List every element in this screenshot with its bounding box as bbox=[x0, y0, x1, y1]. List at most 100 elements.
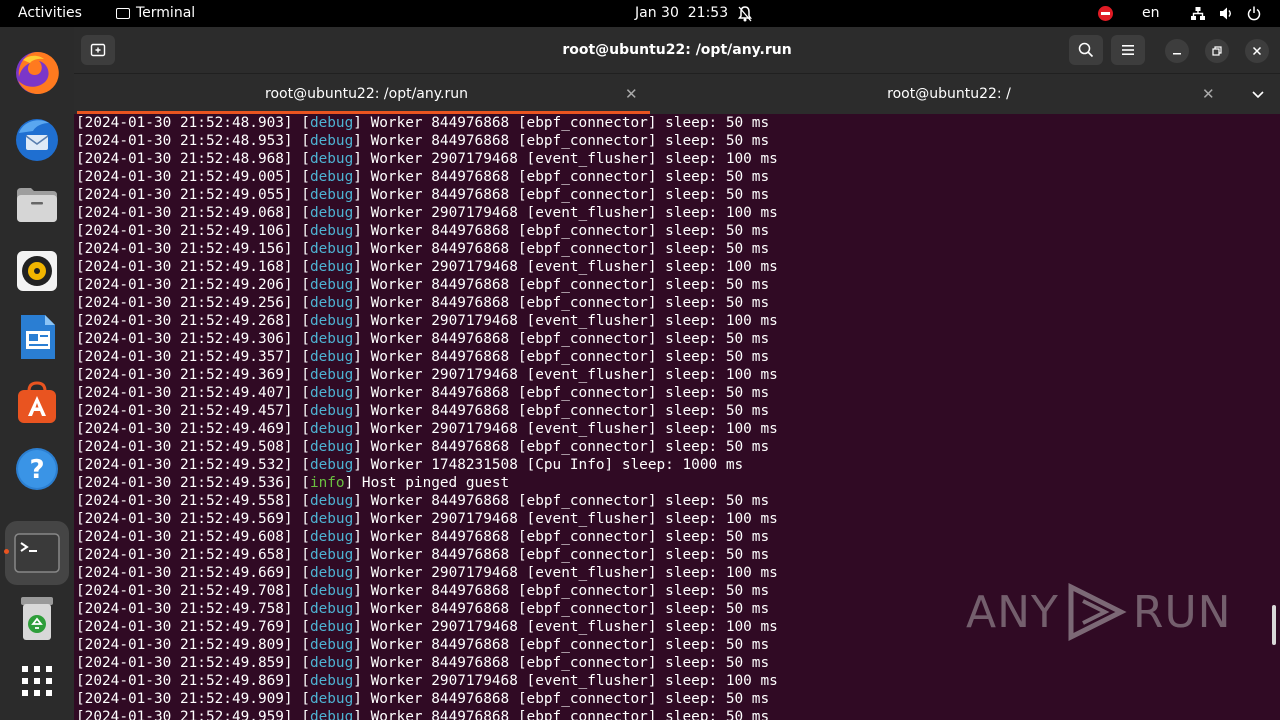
log-message: Worker 844976868 [ebpf_connector] sleep:… bbox=[370, 169, 770, 185]
search-button[interactable] bbox=[1069, 35, 1103, 65]
log-message: Worker 844976868 [ebpf_connector] sleep:… bbox=[370, 601, 770, 617]
show-apps-icon[interactable] bbox=[11, 655, 63, 707]
log-message: Worker 844976868 [ebpf_connector] sleep:… bbox=[370, 547, 770, 563]
log-message: Worker 844976868 [ebpf_connector] sleep:… bbox=[370, 331, 770, 347]
log-message: Worker 844976868 [ebpf_connector] sleep:… bbox=[370, 385, 770, 401]
log-level: debug bbox=[309, 583, 354, 599]
tab-label: root@ubuntu22: /opt/any.run bbox=[265, 86, 468, 102]
log-message: Worker 844976868 [ebpf_connector] sleep:… bbox=[370, 187, 770, 203]
log-level: debug bbox=[309, 349, 354, 365]
maximize-button[interactable] bbox=[1205, 39, 1229, 63]
log-timestamp: [2024-01-30 21:52:49.357] bbox=[76, 349, 293, 365]
log-line: [2024-01-30 21:52:49.959] [debug] Worker… bbox=[76, 708, 778, 720]
log-level: debug bbox=[309, 133, 354, 149]
log-level: debug bbox=[309, 565, 354, 581]
log-line: [2024-01-30 21:52:49.457] [debug] Worker… bbox=[76, 403, 770, 419]
log-line: [2024-01-30 21:52:49.106] [debug] Worker… bbox=[76, 223, 770, 239]
clock-time: 21:53 bbox=[687, 5, 729, 21]
log-level: debug bbox=[309, 691, 354, 707]
log-message: Worker 844976868 [ebpf_connector] sleep:… bbox=[370, 439, 770, 455]
log-message: Worker 844976868 [ebpf_connector] sleep:… bbox=[370, 655, 770, 671]
app-center-icon[interactable] bbox=[11, 377, 63, 429]
log-timestamp: [2024-01-30 21:52:49.669] bbox=[76, 565, 293, 581]
log-message: Worker 844976868 [ebpf_connector] sleep:… bbox=[370, 295, 770, 311]
log-message: Host pinged guest bbox=[361, 475, 510, 491]
log-timestamp: [2024-01-30 21:52:49.156] bbox=[76, 241, 293, 257]
app-menu[interactable]: Terminal bbox=[116, 0, 195, 27]
search-icon bbox=[1078, 42, 1094, 58]
log-message: Worker 844976868 [ebpf_connector] sleep:… bbox=[370, 709, 770, 720]
running-indicator bbox=[4, 549, 9, 554]
rhythmbox-icon[interactable] bbox=[11, 245, 63, 297]
log-level: debug bbox=[309, 421, 354, 437]
log-level: debug bbox=[309, 709, 354, 720]
terminal-icon bbox=[116, 8, 130, 19]
menu-button[interactable] bbox=[1111, 35, 1145, 65]
log-line: [2024-01-30 21:52:49.206] [debug] Worker… bbox=[76, 277, 770, 293]
log-timestamp: [2024-01-30 21:52:49.508] bbox=[76, 439, 293, 455]
log-message: Worker 844976868 [ebpf_connector] sleep:… bbox=[370, 223, 770, 239]
activities-button[interactable]: Activities bbox=[18, 0, 82, 27]
bell-icon[interactable] bbox=[737, 0, 753, 27]
close-tab-icon[interactable]: ✕ bbox=[1202, 74, 1215, 114]
log-timestamp: [2024-01-30 21:52:49.369] bbox=[76, 367, 293, 383]
log-line: [2024-01-30 21:52:49.569] [debug] Worker… bbox=[76, 511, 778, 527]
log-line: [2024-01-30 21:52:49.168] [debug] Worker… bbox=[76, 259, 778, 275]
log-level: debug bbox=[309, 673, 354, 689]
log-line: [2024-01-30 21:52:49.306] [debug] Worker… bbox=[76, 331, 770, 347]
tab-list-chevron-down-icon[interactable] bbox=[1252, 75, 1264, 115]
log-message: Worker 2907179468 [event_flusher] sleep:… bbox=[370, 673, 778, 689]
log-message: Worker 844976868 [ebpf_connector] sleep:… bbox=[370, 637, 770, 653]
firefox-icon[interactable] bbox=[11, 47, 63, 99]
svg-text:?: ? bbox=[29, 455, 44, 485]
log-level: debug bbox=[309, 403, 354, 419]
log-level: debug bbox=[309, 601, 354, 617]
clock[interactable]: Jan 30 21:53 bbox=[635, 0, 728, 27]
network-icon[interactable] bbox=[1190, 0, 1206, 27]
log-line: [2024-01-30 21:52:49.558] [debug] Worker… bbox=[76, 493, 770, 509]
close-tab-icon[interactable]: ✕ bbox=[625, 74, 638, 114]
log-level: debug bbox=[309, 313, 354, 329]
log-message: Worker 844976868 [ebpf_connector] sleep:… bbox=[370, 115, 770, 131]
log-level: debug bbox=[309, 529, 354, 545]
close-button[interactable] bbox=[1245, 39, 1269, 63]
power-icon[interactable] bbox=[1246, 0, 1262, 27]
volume-icon[interactable] bbox=[1218, 0, 1234, 27]
writer-icon[interactable] bbox=[11, 311, 63, 363]
app-menu-label: Terminal bbox=[136, 5, 196, 21]
log-timestamp: [2024-01-30 21:52:49.608] bbox=[76, 529, 293, 545]
tab-opt-any-run[interactable]: root@ubuntu22: /opt/any.run bbox=[74, 74, 659, 114]
terminal-dock-item[interactable] bbox=[5, 521, 69, 585]
log-level: debug bbox=[309, 655, 354, 671]
log-timestamp: [2024-01-30 21:52:49.536] bbox=[76, 475, 293, 491]
log-timestamp: [2024-01-30 21:52:48.903] bbox=[76, 115, 293, 131]
log-message: Worker 844976868 [ebpf_connector] sleep:… bbox=[370, 241, 770, 257]
log-message: Worker 2907179468 [event_flusher] sleep:… bbox=[370, 151, 778, 167]
help-icon[interactable]: ? bbox=[11, 443, 63, 495]
language-indicator[interactable]: en bbox=[1142, 0, 1160, 27]
log-line: [2024-01-30 21:52:48.903] [debug] Worker… bbox=[76, 115, 770, 131]
tab-root[interactable]: root@ubuntu22: / bbox=[649, 74, 1249, 114]
scrollbar-thumb[interactable] bbox=[1272, 605, 1276, 645]
log-timestamp: [2024-01-30 21:52:49.658] bbox=[76, 547, 293, 563]
watermark-right-text: RUN bbox=[1132, 586, 1232, 638]
log-line: [2024-01-30 21:52:49.532] [debug] Worker… bbox=[76, 457, 744, 473]
log-message: Worker 2907179468 [event_flusher] sleep:… bbox=[370, 313, 778, 329]
minimize-button[interactable] bbox=[1165, 39, 1189, 63]
log-line: [2024-01-30 21:52:49.369] [debug] Worker… bbox=[76, 367, 778, 383]
log-level: debug bbox=[309, 457, 354, 473]
log-line: [2024-01-30 21:52:49.536] [info] Host pi… bbox=[76, 475, 510, 491]
files-icon[interactable] bbox=[11, 179, 63, 231]
thunderbird-icon[interactable] bbox=[11, 113, 63, 165]
minimize-icon bbox=[1173, 53, 1181, 55]
log-level: debug bbox=[309, 439, 354, 455]
log-message: Worker 844976868 [ebpf_connector] sleep:… bbox=[370, 277, 770, 293]
log-timestamp: [2024-01-30 21:52:49.457] bbox=[76, 403, 293, 419]
log-level: debug bbox=[309, 331, 354, 347]
do-not-disturb-icon[interactable] bbox=[1098, 6, 1113, 21]
log-level: debug bbox=[309, 547, 354, 563]
log-timestamp: [2024-01-30 21:52:49.558] bbox=[76, 493, 293, 509]
log-level: debug bbox=[309, 259, 354, 275]
trash-icon[interactable] bbox=[11, 593, 63, 645]
log-timestamp: [2024-01-30 21:52:49.407] bbox=[76, 385, 293, 401]
